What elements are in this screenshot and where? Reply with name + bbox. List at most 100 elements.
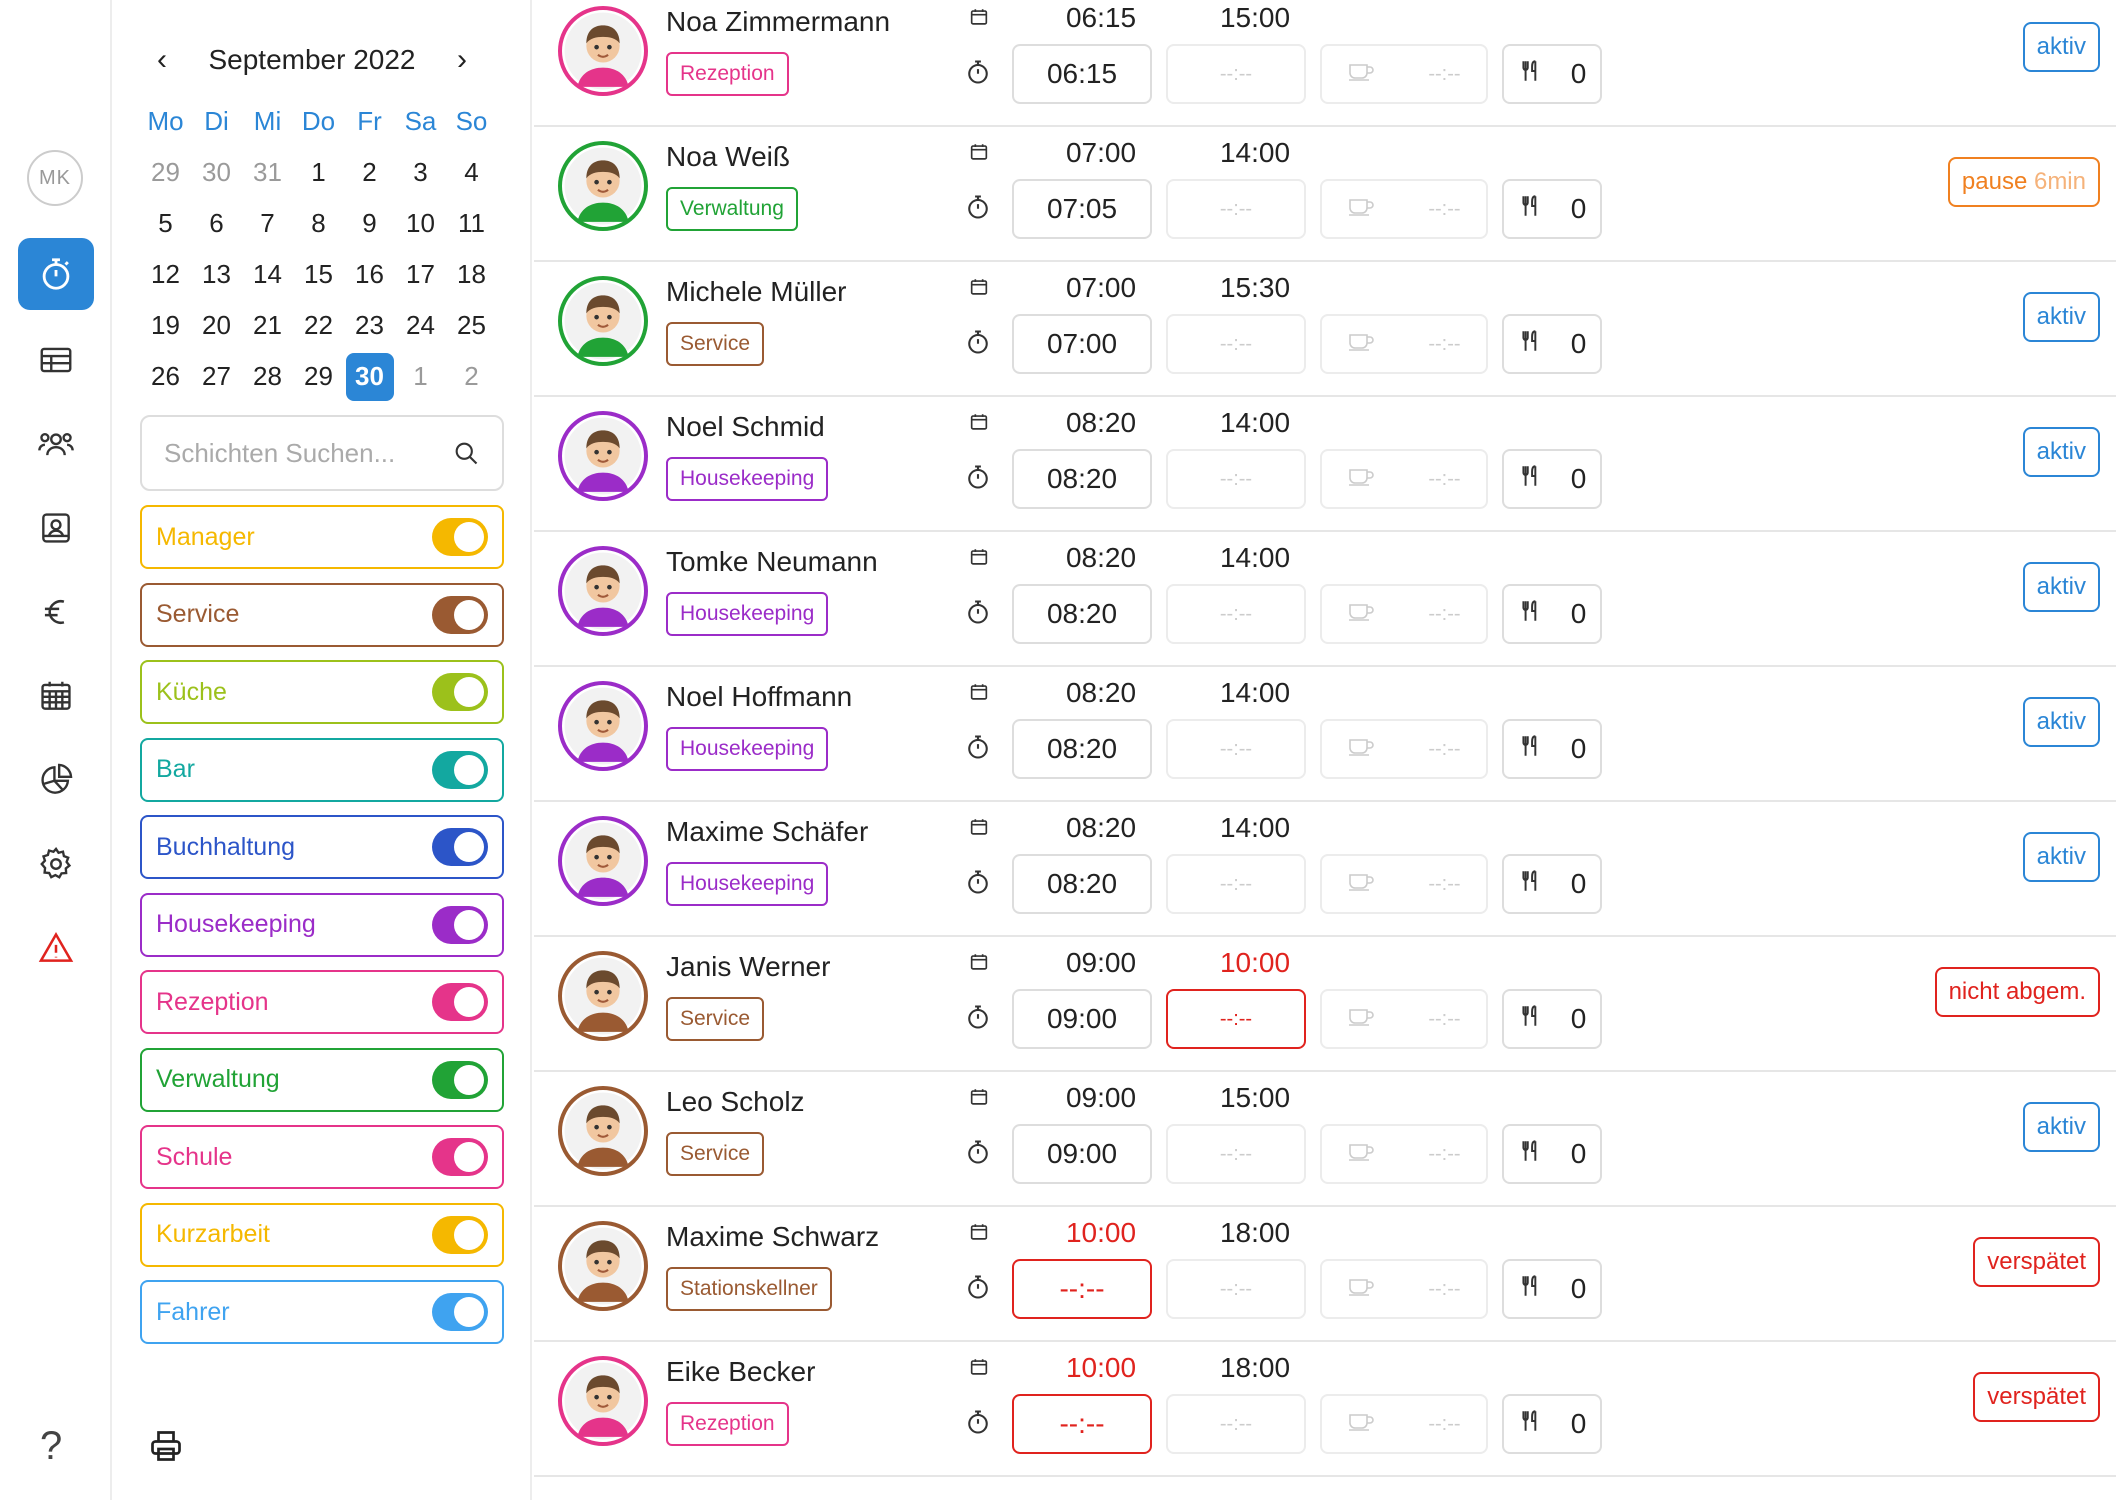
employee-row[interactable]: Michele Müller Service 07:00 15:30 07:00 --:-… xyxy=(534,262,2116,397)
employee-row[interactable]: Noa Zimmermann Rezeption 06:15 15:00 06:15 --… xyxy=(534,0,2116,127)
calendar-day[interactable]: 26 xyxy=(140,351,191,402)
break-field[interactable]: --:-- xyxy=(1320,1259,1488,1319)
employee-row[interactable]: Maxime Schwarz Stationskellner 10:00 18:00 -… xyxy=(534,1207,2116,1342)
clock-out-field[interactable]: --:-- xyxy=(1166,854,1306,914)
status-badge[interactable]: aktiv xyxy=(2022,697,2100,747)
meals-field[interactable]: 0 xyxy=(1502,449,1602,509)
status-badge[interactable]: nicht abgem. xyxy=(1934,967,2100,1017)
meals-field[interactable]: 0 xyxy=(1502,989,1602,1049)
break-field[interactable]: --:-- xyxy=(1320,1124,1488,1184)
clock-out-field[interactable]: --:-- xyxy=(1166,584,1306,644)
status-badge[interactable]: aktiv xyxy=(2022,427,2100,477)
clock-in-field[interactable]: 08:20 xyxy=(1012,854,1152,914)
clock-out-field[interactable]: --:-- xyxy=(1166,44,1306,104)
nav-payroll[interactable] xyxy=(18,576,94,648)
calendar-day[interactable]: 14 xyxy=(242,249,293,300)
clock-out-field[interactable]: --:-- xyxy=(1166,179,1306,239)
employee-row[interactable]: Noel Hoffmann Housekeeping 08:20 14:00 08:20… xyxy=(534,667,2116,802)
clock-out-field[interactable]: --:-- xyxy=(1166,989,1306,1049)
nav-table[interactable] xyxy=(18,324,94,396)
user-avatar[interactable]: MK xyxy=(27,150,83,206)
nav-schedule[interactable] xyxy=(18,660,94,732)
calendar-day[interactable]: 20 xyxy=(191,300,242,351)
filter-toggle[interactable] xyxy=(432,1215,488,1254)
clock-out-field[interactable]: --:-- xyxy=(1166,719,1306,779)
status-badge[interactable]: pause 6min xyxy=(1947,157,2100,207)
nav-reports[interactable] xyxy=(18,744,94,816)
calendar-day[interactable]: 1 xyxy=(293,147,344,198)
clock-out-field[interactable]: --:-- xyxy=(1166,314,1306,374)
calendar-day[interactable]: 15 xyxy=(293,249,344,300)
prev-month-button[interactable]: ‹ xyxy=(142,43,182,77)
calendar-day[interactable]: 6 xyxy=(191,198,242,249)
clock-in-field[interactable]: 09:00 xyxy=(1012,1124,1152,1184)
calendar-day[interactable]: 9 xyxy=(344,198,395,249)
calendar-day[interactable]: 19 xyxy=(140,300,191,351)
filter-toggle[interactable] xyxy=(432,750,488,789)
filter-toggle[interactable] xyxy=(432,828,488,866)
calendar-day[interactable]: 21 xyxy=(242,300,293,351)
calendar-day[interactable]: 29 xyxy=(293,351,344,402)
calendar-day[interactable]: 27 xyxy=(191,351,242,402)
calendar-day[interactable]: 22 xyxy=(293,300,344,351)
next-month-button[interactable]: › xyxy=(442,43,482,77)
filter-toggle[interactable] xyxy=(432,595,488,634)
meals-field[interactable]: 0 xyxy=(1502,179,1602,239)
calendar-day[interactable]: 12 xyxy=(140,249,191,300)
calendar-day[interactable]: 17 xyxy=(395,249,446,300)
calendar-day[interactable]: 28 xyxy=(242,351,293,402)
print-icon[interactable] xyxy=(148,1428,184,1469)
calendar-day[interactable]: 30 xyxy=(191,147,242,198)
employee-row[interactable]: Noa Weiß Verwaltung 07:00 14:00 07:05 --:-- --… xyxy=(534,127,2116,262)
clock-out-field[interactable]: --:-- xyxy=(1166,449,1306,509)
nav-settings[interactable] xyxy=(18,828,94,900)
status-badge[interactable]: aktiv xyxy=(2022,562,2100,612)
calendar-day[interactable]: 25 xyxy=(446,300,497,351)
meals-field[interactable]: 0 xyxy=(1502,1394,1602,1454)
filter-toggle[interactable] xyxy=(432,673,488,711)
calendar-day[interactable]: 4 xyxy=(446,147,497,198)
calendar-day[interactable]: 2 xyxy=(344,147,395,198)
meals-field[interactable]: 0 xyxy=(1502,1124,1602,1184)
employee-row[interactable]: Tomke Neumann Housekeeping 08:20 14:00 08:20… xyxy=(534,532,2116,667)
calendar-day[interactable]: 10 xyxy=(395,198,446,249)
meals-field[interactable]: 0 xyxy=(1502,314,1602,374)
employee-row[interactable]: Eike Becker Rezeption 10:00 18:00 --:-- --:--… xyxy=(534,1342,2116,1477)
clock-in-field[interactable]: 08:20 xyxy=(1012,449,1152,509)
break-field[interactable]: --:-- xyxy=(1320,854,1488,914)
clock-in-field[interactable]: 08:20 xyxy=(1012,584,1152,644)
employee-row[interactable]: Noel Schmid Housekeeping 08:20 14:00 08:20 --… xyxy=(534,397,2116,532)
clock-in-field[interactable]: 08:20 xyxy=(1012,719,1152,779)
clock-in-field[interactable]: 09:00 xyxy=(1012,989,1152,1049)
calendar-day[interactable]: 29 xyxy=(140,147,191,198)
calendar-day-selected[interactable]: 30 xyxy=(344,351,395,402)
clock-in-field[interactable]: 06:15 xyxy=(1012,44,1152,104)
break-field[interactable]: --:-- xyxy=(1320,989,1488,1049)
clock-in-field[interactable]: 07:00 xyxy=(1012,314,1152,374)
status-badge[interactable]: aktiv xyxy=(2022,292,2100,342)
clock-out-field[interactable]: --:-- xyxy=(1166,1259,1306,1319)
break-field[interactable]: --:-- xyxy=(1320,719,1488,779)
clock-out-field[interactable]: --:-- xyxy=(1166,1394,1306,1454)
meals-field[interactable]: 0 xyxy=(1502,719,1602,779)
calendar-day[interactable]: 31 xyxy=(242,147,293,198)
status-badge[interactable]: verspätet xyxy=(1973,1372,2100,1422)
employee-row[interactable]: Leo Scholz Service 09:00 15:00 09:00 --:-- --:… xyxy=(534,1072,2116,1207)
employee-row[interactable]: Janis Werner Service 09:00 10:00 09:00 --:-- -… xyxy=(534,937,2116,1072)
meals-field[interactable]: 0 xyxy=(1502,584,1602,644)
meals-field[interactable]: 0 xyxy=(1502,1259,1602,1319)
filter-toggle[interactable] xyxy=(432,518,488,556)
calendar-day[interactable]: 3 xyxy=(395,147,446,198)
calendar-day[interactable]: 16 xyxy=(344,249,395,300)
break-field[interactable]: --:-- xyxy=(1320,314,1488,374)
filter-toggle[interactable] xyxy=(432,905,488,944)
filter-toggle[interactable] xyxy=(432,983,488,1021)
calendar-day[interactable]: 5 xyxy=(140,198,191,249)
nav-team[interactable] xyxy=(18,408,94,480)
calendar-day[interactable]: 8 xyxy=(293,198,344,249)
calendar-day[interactable]: 7 xyxy=(242,198,293,249)
break-field[interactable]: --:-- xyxy=(1320,44,1488,104)
break-field[interactable]: --:-- xyxy=(1320,1394,1488,1454)
help-icon[interactable]: ? xyxy=(40,1424,62,1469)
calendar-day[interactable]: 1 xyxy=(395,351,446,402)
